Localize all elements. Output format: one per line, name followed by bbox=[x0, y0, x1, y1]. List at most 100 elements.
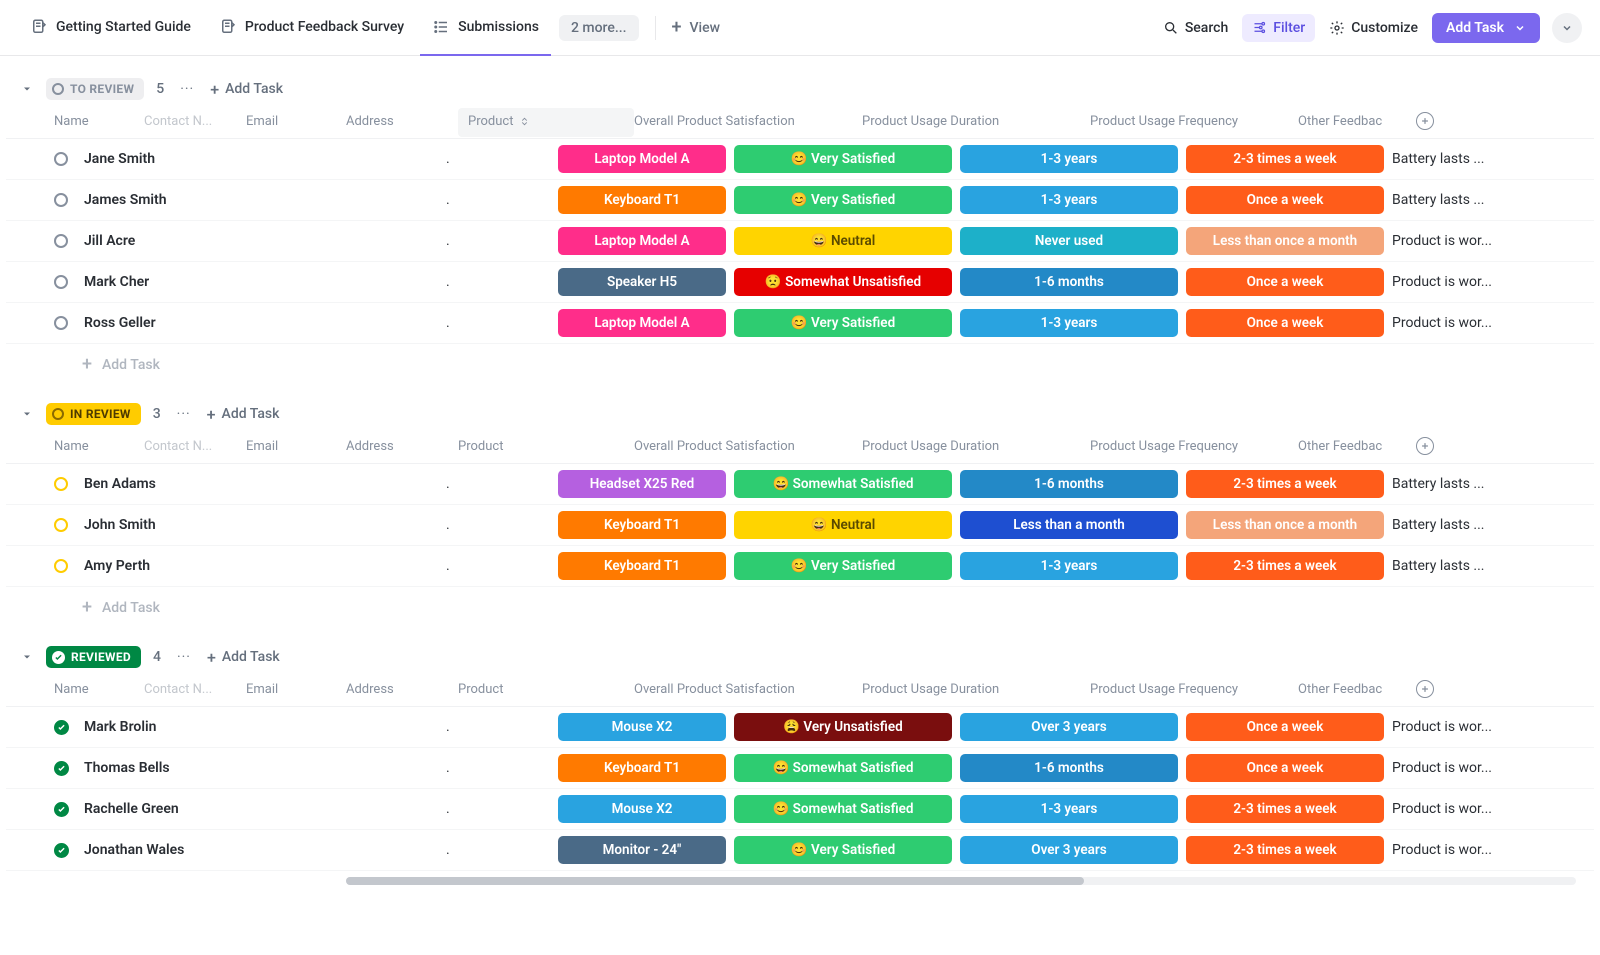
search-button[interactable]: Search bbox=[1153, 14, 1238, 42]
satisfaction-pill[interactable]: 😊 Somewhat Satisfied bbox=[734, 795, 952, 823]
status-check-icon[interactable] bbox=[54, 843, 69, 858]
status-check-icon[interactable] bbox=[54, 761, 69, 776]
frequency-pill[interactable]: 2-3 times a week bbox=[1186, 552, 1384, 580]
col-contact[interactable]: Contact N... bbox=[144, 439, 246, 454]
col-satisfaction[interactable]: Overall Product Satisfaction bbox=[634, 439, 862, 454]
col-email[interactable]: Email bbox=[246, 682, 346, 697]
table-row[interactable]: Thomas Bells . Keyboard T1 😄 Somewhat Sa… bbox=[6, 748, 1594, 789]
duration-pill[interactable]: 1-3 years bbox=[960, 795, 1178, 823]
frequency-pill[interactable]: 2-3 times a week bbox=[1186, 795, 1384, 823]
col-other[interactable]: Other Feedbac bbox=[1298, 682, 1416, 697]
col-product[interactable]: Product bbox=[458, 439, 634, 454]
duration-pill[interactable]: 1-3 years bbox=[960, 145, 1178, 173]
status-circle-icon[interactable] bbox=[54, 518, 68, 532]
table-row[interactable]: Jonathan Wales . Monitor - 24" 😊 Very Sa… bbox=[6, 830, 1594, 871]
status-circle-icon[interactable] bbox=[54, 193, 68, 207]
table-row[interactable]: Ben Adams . Headset X25 Red 😄 Somewhat S… bbox=[6, 464, 1594, 505]
group-add-task[interactable]: + Add Task bbox=[210, 80, 283, 99]
table-row[interactable]: Jane Smith . Laptop Model A 😊 Very Satis… bbox=[6, 139, 1594, 180]
col-contact[interactable]: Contact N... bbox=[144, 682, 246, 697]
tab-product-feedback[interactable]: Product Feedback Survey bbox=[207, 0, 416, 56]
table-row[interactable]: Rachelle Green . Mouse X2 😊 Somewhat Sat… bbox=[6, 789, 1594, 830]
collapse-toggle[interactable] bbox=[20, 650, 34, 664]
col-satisfaction[interactable]: Overall Product Satisfaction bbox=[634, 114, 862, 129]
product-pill[interactable]: Mouse X2 bbox=[558, 795, 726, 823]
add-view-button[interactable]: + View bbox=[672, 17, 721, 38]
duration-pill[interactable]: 1-6 months bbox=[960, 268, 1178, 296]
satisfaction-pill[interactable]: 😊 Very Satisfied bbox=[734, 186, 952, 214]
table-row[interactable]: Jill Acre . Laptop Model A 😄 Neutral Nev… bbox=[6, 221, 1594, 262]
add-row[interactable]: + Add Task bbox=[6, 587, 1594, 628]
col-duration[interactable]: Product Usage Duration bbox=[862, 682, 1090, 697]
satisfaction-pill[interactable]: 😄 Neutral bbox=[734, 227, 952, 255]
table-row[interactable]: Amy Perth . Keyboard T1 😊 Very Satisfied… bbox=[6, 546, 1594, 587]
frequency-pill[interactable]: Once a week bbox=[1186, 309, 1384, 337]
customize-button[interactable]: Customize bbox=[1319, 14, 1428, 42]
more-menu-button[interactable] bbox=[1552, 13, 1582, 43]
col-name[interactable]: Name bbox=[54, 682, 144, 697]
satisfaction-pill[interactable]: 😊 Very Satisfied bbox=[734, 309, 952, 337]
col-duration[interactable]: Product Usage Duration bbox=[862, 114, 1090, 129]
product-pill[interactable]: Monitor - 24" bbox=[558, 836, 726, 864]
add-column-button[interactable] bbox=[1416, 437, 1434, 455]
col-product[interactable]: Product bbox=[458, 682, 634, 697]
status-circle-icon[interactable] bbox=[54, 559, 68, 573]
duration-pill[interactable]: Less than a month bbox=[960, 511, 1178, 539]
status-pill[interactable]: TO REVIEW bbox=[46, 78, 144, 100]
satisfaction-pill[interactable]: 😊 Very Satisfied bbox=[734, 552, 952, 580]
duration-pill[interactable]: 1-6 months bbox=[960, 470, 1178, 498]
collapse-toggle[interactable] bbox=[20, 407, 34, 421]
col-email[interactable]: Email bbox=[246, 114, 346, 129]
status-circle-icon[interactable] bbox=[54, 316, 68, 330]
col-address[interactable]: Address bbox=[346, 439, 458, 454]
add-task-button[interactable]: Add Task bbox=[1432, 13, 1540, 43]
duration-pill[interactable]: Over 3 years bbox=[960, 836, 1178, 864]
table-row[interactable]: James Smith . Keyboard T1 😊 Very Satisfi… bbox=[6, 180, 1594, 221]
product-pill[interactable]: Keyboard T1 bbox=[558, 754, 726, 782]
col-email[interactable]: Email bbox=[246, 439, 346, 454]
status-check-icon[interactable] bbox=[54, 720, 69, 735]
col-other[interactable]: Other Feedbac bbox=[1298, 439, 1416, 454]
frequency-pill[interactable]: 2-3 times a week bbox=[1186, 145, 1384, 173]
col-product[interactable]: Product bbox=[458, 108, 634, 137]
col-other[interactable]: Other Feedbac bbox=[1298, 114, 1416, 129]
add-column-button[interactable] bbox=[1416, 112, 1434, 130]
duration-pill[interactable]: 1-3 years bbox=[960, 309, 1178, 337]
add-row[interactable]: + Add Task bbox=[6, 344, 1594, 385]
satisfaction-pill[interactable]: 😊 Very Satisfied bbox=[734, 836, 952, 864]
duration-pill[interactable]: 1-3 years bbox=[960, 186, 1178, 214]
col-satisfaction[interactable]: Overall Product Satisfaction bbox=[634, 682, 862, 697]
frequency-pill[interactable]: Once a week bbox=[1186, 754, 1384, 782]
scrollbar-thumb[interactable] bbox=[346, 877, 1084, 885]
frequency-pill[interactable]: Once a week bbox=[1186, 186, 1384, 214]
tab-submissions[interactable]: Submissions bbox=[420, 0, 551, 56]
col-frequency[interactable]: Product Usage Frequency bbox=[1090, 114, 1298, 129]
satisfaction-pill[interactable]: 😊 Very Satisfied bbox=[734, 145, 952, 173]
frequency-pill[interactable]: 2-3 times a week bbox=[1186, 836, 1384, 864]
status-circle-icon[interactable] bbox=[54, 477, 68, 491]
product-pill[interactable]: Speaker H5 bbox=[558, 268, 726, 296]
product-pill[interactable]: Keyboard T1 bbox=[558, 511, 726, 539]
frequency-pill[interactable]: Less than once a month bbox=[1186, 227, 1384, 255]
duration-pill[interactable]: 1-3 years bbox=[960, 552, 1178, 580]
status-pill[interactable]: IN REVIEW bbox=[46, 403, 141, 425]
add-column-button[interactable] bbox=[1416, 680, 1434, 698]
frequency-pill[interactable]: 2-3 times a week bbox=[1186, 470, 1384, 498]
duration-pill[interactable]: 1-6 months bbox=[960, 754, 1178, 782]
group-add-task[interactable]: + Add Task bbox=[207, 648, 280, 667]
satisfaction-pill[interactable]: 😟 Somewhat Unsatisfied bbox=[734, 268, 952, 296]
product-pill[interactable]: Laptop Model A bbox=[558, 309, 726, 337]
group-menu[interactable]: ··· bbox=[173, 649, 195, 665]
col-contact[interactable]: Contact N... bbox=[144, 114, 246, 129]
product-pill[interactable]: Headset X25 Red bbox=[558, 470, 726, 498]
col-name[interactable]: Name bbox=[54, 439, 144, 454]
col-address[interactable]: Address bbox=[346, 682, 458, 697]
col-name[interactable]: Name bbox=[54, 114, 144, 129]
frequency-pill[interactable]: Once a week bbox=[1186, 713, 1384, 741]
horizontal-scrollbar[interactable] bbox=[346, 877, 1576, 885]
filter-button[interactable]: Filter bbox=[1242, 14, 1315, 42]
status-circle-icon[interactable] bbox=[54, 234, 68, 248]
satisfaction-pill[interactable]: 😄 Somewhat Satisfied bbox=[734, 470, 952, 498]
duration-pill[interactable]: Over 3 years bbox=[960, 713, 1178, 741]
table-row[interactable]: Mark Brolin . Mouse X2 😩 Very Unsatisfie… bbox=[6, 707, 1594, 748]
